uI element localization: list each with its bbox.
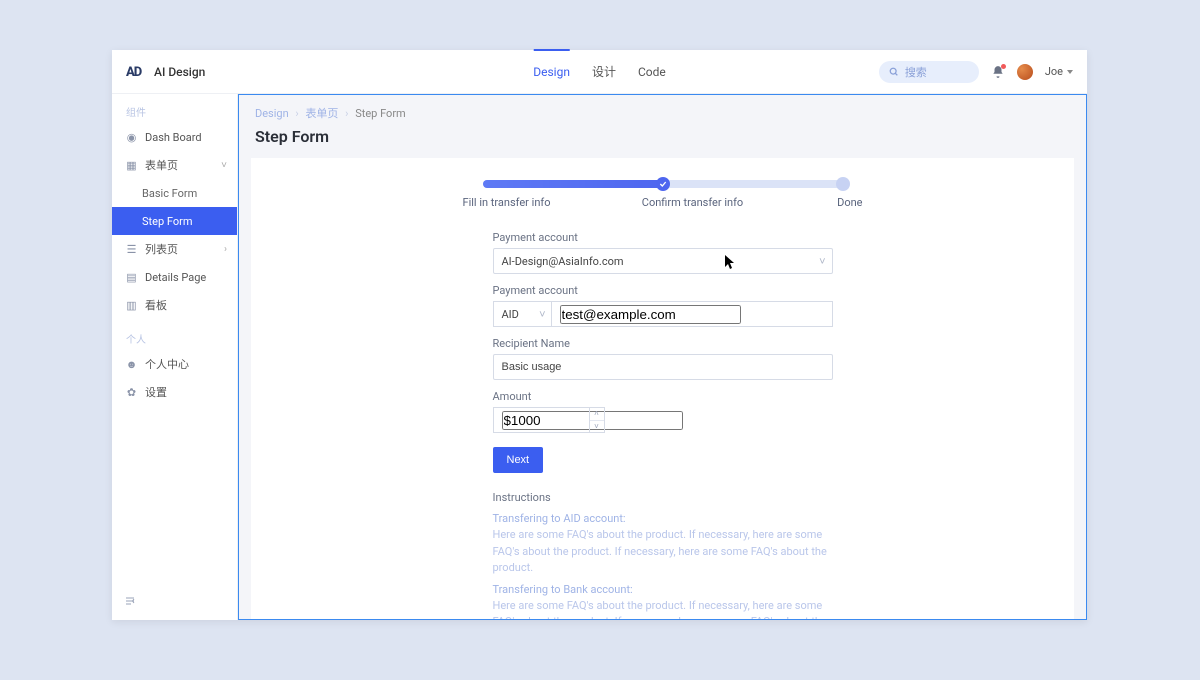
sidebar-item-details[interactable]: ▤ Details Page — [112, 263, 237, 291]
breadcrumb: Design › 表单页 › Step Form — [239, 95, 1086, 125]
shell: 组件 ◉ Dash Board ▦ 表单页 ˅ Basic Form Step … — [112, 94, 1087, 620]
sidebar-collapse-button[interactable] — [124, 595, 136, 610]
board-icon: ▥ — [126, 300, 137, 311]
sidebar-section-personal: 个人 — [112, 327, 237, 350]
search-input[interactable]: 搜索 — [879, 61, 979, 83]
sidebar-section-components: 组件 — [112, 100, 237, 123]
sidebar-item-label: 表单页 — [145, 157, 178, 173]
sidebar-item-label: Basic Form — [142, 187, 197, 200]
recipient-input[interactable] — [502, 361, 824, 373]
sidebar-item-dashboard[interactable]: ◉ Dash Board — [112, 123, 237, 151]
breadcrumb-sep: › — [295, 107, 298, 120]
sidebar-item-formpage[interactable]: ▦ 表单页 ˅ — [112, 151, 237, 179]
amount-label: Amount — [493, 390, 833, 403]
page-title: Step Form — [239, 125, 1086, 158]
tab-design[interactable]: Design — [533, 49, 570, 93]
brand-name: AI Design — [154, 65, 205, 79]
recipient-label: Recipient Name — [493, 337, 833, 350]
list-icon: ☰ — [126, 244, 137, 255]
instructions-body-1: Here are some FAQ's about the product. I… — [493, 527, 833, 577]
sidebar-item-label: Step Form — [142, 215, 192, 228]
breadcrumb-link[interactable]: 表单页 — [305, 107, 338, 120]
dashboard-icon: ◉ — [126, 132, 137, 143]
search-icon — [889, 67, 899, 77]
notifications-button[interactable] — [991, 65, 1005, 79]
sidebar-item-label: Details Page — [145, 271, 206, 284]
tab-sheji[interactable]: 设计 — [592, 50, 616, 94]
user-icon: ☻ — [126, 359, 137, 370]
breadcrumb-link[interactable]: Design — [255, 107, 289, 120]
app-window: AD AI Design Design 设计 Code 搜索 Joe — [112, 50, 1087, 620]
amount-input-wrap — [493, 407, 589, 433]
instructions-header: Instructions — [493, 491, 833, 504]
step-labels: Fill in transfer info Confirm transfer i… — [463, 196, 863, 209]
user-menu[interactable]: Joe — [1045, 65, 1073, 78]
step-node-pending — [836, 177, 850, 191]
instructions: Instructions Transfering to AID account:… — [493, 491, 833, 620]
topbar: AD AI Design Design 设计 Code 搜索 Joe — [112, 50, 1087, 94]
payment-account-value: AI-Design@AsiaInfo.com — [502, 255, 624, 268]
second-account-label: Payment account — [493, 284, 833, 297]
sidebar-item-settings[interactable]: ✿ 设置 — [112, 378, 237, 406]
avatar[interactable] — [1017, 64, 1033, 80]
chevron-right-icon: › — [224, 244, 227, 255]
sidebar: 组件 ◉ Dash Board ▦ 表单页 ˅ Basic Form Step … — [112, 94, 238, 620]
instructions-subtitle-1: Transfering to AID account: — [493, 512, 833, 525]
chevron-down-icon: ˅ — [819, 255, 825, 268]
sidebar-item-label: 看板 — [145, 297, 167, 313]
account-email-input[interactable] — [560, 305, 741, 324]
step-label-1: Fill in transfer info — [463, 196, 583, 209]
sidebar-item-listpage[interactable]: ☰ 列表页 › — [112, 235, 237, 263]
sidebar-item-label: 设置 — [145, 384, 167, 400]
gear-icon: ✿ — [126, 387, 137, 398]
account-type-select[interactable]: AID ˅ — [493, 301, 551, 327]
account-email-input-wrap — [551, 301, 833, 327]
collapse-icon — [124, 595, 136, 607]
step-label-2: Confirm transfer info — [583, 196, 803, 209]
instructions-subtitle-2: Transfering to Bank account: — [493, 583, 833, 596]
step-track — [483, 180, 843, 188]
sidebar-item-label: 列表页 — [145, 241, 178, 257]
step-progress-fill — [483, 180, 663, 188]
sidebar-item-kanban[interactable]: ▥ 看板 — [112, 291, 237, 319]
step-label-3: Done — [803, 196, 863, 209]
sidebar-item-label: Dash Board — [145, 131, 202, 144]
step-form: Payment account AI-Design@AsiaInfo.com ˅… — [493, 231, 833, 620]
main-panel: Design › 表单页 › Step Form Step Form — [238, 94, 1087, 620]
chevron-down-icon — [1067, 70, 1073, 74]
payment-account-select[interactable]: AI-Design@AsiaInfo.com ˅ — [493, 248, 833, 274]
instructions-body-2: Here are some FAQ's about the product. I… — [493, 598, 833, 621]
sidebar-item-basic-form[interactable]: Basic Form — [112, 179, 237, 207]
account-type-value: AID — [502, 308, 519, 321]
amount-stepper: ˄ ˅ — [589, 407, 605, 433]
check-icon — [659, 180, 667, 188]
sidebar-item-step-form[interactable]: Step Form — [112, 207, 237, 235]
detail-icon: ▤ — [126, 272, 137, 283]
search-placeholder: 搜索 — [905, 64, 927, 80]
notification-dot-icon — [1001, 64, 1006, 69]
next-button[interactable]: Next — [493, 447, 544, 473]
top-tabs: Design 设计 Code — [533, 50, 666, 94]
step-node-current — [656, 177, 670, 191]
username-label: Joe — [1045, 65, 1063, 78]
breadcrumb-sep: › — [345, 107, 348, 120]
payment-account-label: Payment account — [493, 231, 833, 244]
recipient-input-wrap — [493, 354, 833, 380]
stepper-up-button[interactable]: ˄ — [590, 408, 604, 421]
chevron-down-icon: ˅ — [221, 160, 227, 171]
form-icon: ▦ — [126, 160, 137, 171]
sidebar-item-label: 个人中心 — [145, 356, 189, 372]
breadcrumb-current: Step Form — [355, 107, 405, 120]
tab-code[interactable]: Code — [638, 50, 666, 94]
topbar-right: 搜索 Joe — [879, 61, 1073, 83]
sidebar-item-profile[interactable]: ☻ 个人中心 — [112, 350, 237, 378]
form-card: Fill in transfer info Confirm transfer i… — [251, 158, 1074, 620]
chevron-down-icon: ˅ — [539, 308, 545, 321]
brand: AD AI Design — [126, 65, 205, 79]
second-account-combo: AID ˅ — [493, 301, 833, 327]
brand-logo-icon: AD — [126, 65, 146, 79]
amount-field: ˄ ˅ — [493, 407, 833, 433]
step-indicator: Fill in transfer info Confirm transfer i… — [483, 180, 843, 209]
stepper-down-button[interactable]: ˅ — [590, 421, 604, 433]
